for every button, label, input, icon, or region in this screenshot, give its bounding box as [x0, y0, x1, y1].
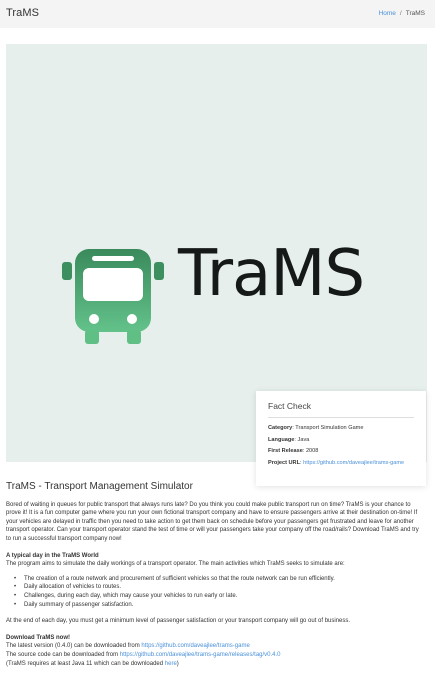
- java-download-link[interactable]: here: [165, 661, 177, 667]
- java-note-prefix: (TraMS requires at least Java 11 which c…: [6, 660, 165, 667]
- fact-language-value: Java: [297, 436, 310, 443]
- fact-language-label: Language: [268, 436, 295, 443]
- download-game-link[interactable]: https://github.com/daveajlee/trams-game: [141, 643, 249, 649]
- fact-first-release: First Release: 2008: [268, 448, 319, 455]
- download-line-2: The source code can be downloaded from h…: [6, 651, 424, 660]
- list-item: Daily summary of passenger satisfaction.: [14, 601, 424, 610]
- fact-category: Category: Transport Simulation Game: [268, 425, 364, 431]
- download-source-link[interactable]: https://github.com/daveajlee/trams-game/…: [120, 652, 281, 658]
- fact-language: Language: Java: [268, 436, 310, 443]
- download-line-1: The latest version (0.4.0) can be downlo…: [6, 642, 424, 651]
- typical-day-heading: A typical day in the TraMS World: [6, 552, 99, 559]
- breadcrumb-current: TraMS: [405, 10, 425, 17]
- java-note-suffix: ): [176, 660, 179, 667]
- site-title[interactable]: TraMS: [6, 7, 39, 19]
- bus-icon: [62, 249, 164, 344]
- download-line-2-prefix: The source code can be downloaded from: [6, 651, 120, 658]
- typical-day-text: The program aims to simulate the daily w…: [6, 561, 345, 568]
- page-title: TraMS - Transport Management Simulator: [6, 481, 193, 492]
- fact-project-url-label: Project URL: [268, 459, 301, 466]
- main-content: TraMS - Transport Management Simulator B…: [6, 481, 424, 669]
- intro-paragraph: Bored of waiting in queues for public tr…: [6, 501, 419, 542]
- list-item: Daily allocation of vehicles to routes.: [14, 583, 424, 592]
- download-heading: Download TraMS now!: [6, 634, 70, 641]
- fact-category-value: Transport Simulation Game: [295, 425, 364, 431]
- fact-check-divider: [268, 417, 414, 418]
- end-of-day-text: At the end of each day, you must get a m…: [6, 618, 351, 625]
- logo-wordmark: TraMS: [178, 237, 365, 311]
- top-bar: TraMS Home / TraMS: [0, 0, 435, 28]
- fact-first-release-label: First Release: [268, 448, 303, 455]
- fact-check-card: Fact Check Category: Transport Simulatio…: [256, 391, 426, 486]
- breadcrumb: Home / TraMS: [379, 10, 425, 17]
- java-note: (TraMS requires at least Java 11 which c…: [6, 660, 424, 669]
- activities-list: The creation of a route network and proc…: [14, 575, 424, 610]
- fact-category-label: Category: [268, 425, 293, 431]
- fact-first-release-value: 2008: [305, 448, 319, 455]
- list-item: Challenges, during each day, which may c…: [14, 592, 424, 601]
- download-line-1-prefix: The latest version (0.4.0) can be downlo…: [6, 643, 142, 650]
- list-item: The creation of a route network and proc…: [14, 575, 424, 584]
- fact-project-url: Project URL: https://github.com/daveajle…: [268, 459, 405, 466]
- project-url-link[interactable]: https://github.com/daveajlee/trams-game: [303, 460, 404, 466]
- breadcrumb-separator: /: [399, 10, 402, 17]
- fact-check-title: Fact Check: [268, 401, 311, 411]
- breadcrumb-home-link[interactable]: Home: [379, 10, 396, 17]
